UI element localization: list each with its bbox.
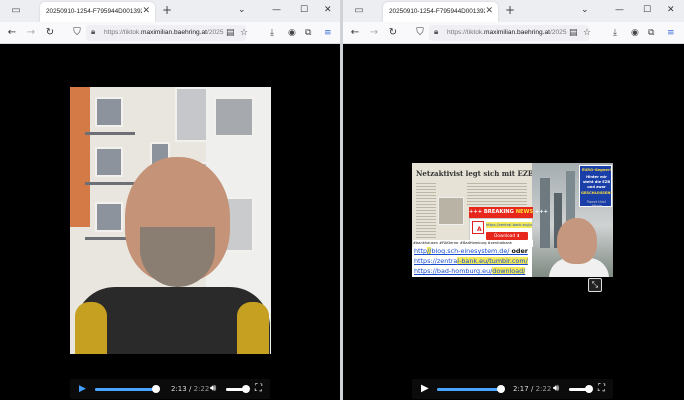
seek-fill — [437, 388, 501, 391]
maximize-icon[interactable]: ☐ — [643, 4, 651, 16]
forward-arrow-icon[interactable]: → — [24, 26, 38, 40]
pdf-icon: A — [472, 221, 484, 234]
new-tab-icon[interactable]: + — [505, 4, 515, 16]
tab-active[interactable]: 20250910-1254-F795944D0013923... ✕ — [40, 2, 155, 22]
fullscreen-icon[interactable]: ⛶ — [255, 382, 262, 396]
euro-gegner-box: EURO-Gegner! Hinter mir steht die EZB un… — [579, 165, 612, 208]
tab-title: 20250910-1254-F795944D0013923... — [46, 8, 142, 15]
download-label: Download ⬇ — [486, 232, 528, 240]
seek-slider[interactable] — [95, 385, 160, 393]
reload-icon[interactable]: ↻ — [43, 26, 57, 40]
minimize-icon[interactable]: — — [272, 4, 281, 16]
link-list: http//blog.sch-einesystem.de/ oder https… — [412, 247, 532, 277]
reader-view-icon[interactable]: ▤ — [226, 27, 235, 39]
volume-slider[interactable] — [226, 385, 250, 393]
url-text[interactable]: https://tiktok.maximilian.baehring.at/20… — [104, 29, 234, 36]
link-bad-homburg: https://bad-homburg.eu/download/ — [414, 267, 526, 275]
browser-window-left: ▭ 20250910-1254-F795944D0013923... ✕ + ⌄… — [0, 0, 340, 400]
download-icon[interactable]: ⤓ — [613, 27, 617, 39]
play-icon[interactable]: ▶ — [79, 382, 86, 396]
chevron-down-icon[interactable]: ⌄ — [581, 4, 589, 16]
page-content: ▶ 2:13 / 2:22 🔊︎ ⛶ — [0, 44, 340, 400]
extensions-icon[interactable]: ⧉ — [648, 27, 654, 39]
tracking-shield-icon[interactable]: ⛉ — [70, 26, 84, 40]
seek-handle[interactable] — [496, 385, 505, 393]
newspaper-headline: Netzaktivist legt sich mit EZB an — [416, 169, 546, 178]
account-icon[interactable]: ◉ — [631, 27, 639, 39]
video-controls: ▶ 2:13 / 2:22 🔊︎ ⛶ — [70, 379, 270, 399]
account-icon[interactable]: ◉ — [288, 27, 296, 39]
window-close-icon[interactable]: ✕ — [324, 4, 332, 16]
extensions-icon[interactable]: ⧉ — [305, 27, 311, 39]
back-arrow-icon[interactable]: ← — [348, 26, 362, 40]
lock-icon[interactable]: 🔒︎ — [91, 27, 95, 37]
breaking-news-banner: +++ BREAKING NEWS +++ — [469, 207, 548, 218]
forward-arrow-icon[interactable]: → — [367, 26, 381, 40]
time-display: 2:13 / 2:22 — [171, 385, 210, 393]
tab-overview-icon[interactable]: ▭ — [353, 5, 365, 17]
hashtags: #bankhausen #FAKterror #BadHomburg #zent… — [413, 240, 533, 247]
reload-icon[interactable]: ↻ — [386, 26, 400, 40]
newspaper-photo — [438, 197, 464, 225]
nav-bar: ← → ↻ ⛉ 🔒︎ https://tiktok.maximilian.bae… — [343, 22, 684, 44]
volume-icon[interactable]: 🔊︎ — [553, 382, 559, 396]
chevron-down-icon[interactable]: ⌄ — [238, 4, 246, 16]
video-frame[interactable]: Netzaktivist legt sich mit EZB an EURO-G… — [412, 163, 613, 277]
volume-icon[interactable]: 🔊︎ — [210, 382, 216, 396]
star-icon[interactable]: ☆ — [583, 27, 591, 39]
browser-window-right: ▭ 20250910-1254-F795944D0013923... ✕ + ⌄… — [343, 0, 684, 400]
seek-slider[interactable] — [437, 385, 505, 393]
minimize-icon[interactable]: — — [615, 4, 624, 16]
url-bar[interactable]: 🔒︎ https://tiktok.maximilian.baehring.at… — [86, 25, 246, 41]
page-content: Netzaktivist legt sich mit EZB an EURO-G… — [343, 44, 684, 400]
video-controls: ▶ 2:17 / 2:22 🔊︎ ⛶ — [412, 379, 613, 399]
tab-title: 20250910-1254-F795944D0013923... — [389, 8, 485, 15]
panel-url: https://zentral-bank.eu/pdf — [486, 222, 532, 228]
link-zentral-bank: https://zentral-bank.eu/tumblr.com/ — [414, 257, 528, 265]
person-face — [557, 218, 597, 264]
window-close-icon[interactable]: ✕ — [667, 4, 675, 16]
volume-handle[interactable] — [585, 385, 593, 393]
fullscreen-icon[interactable]: ⛶ — [598, 382, 605, 396]
star-icon[interactable]: ☆ — [240, 27, 248, 39]
close-icon[interactable]: ✕ — [142, 6, 150, 16]
video-frame[interactable] — [70, 87, 271, 354]
seek-handle[interactable] — [151, 385, 160, 393]
url-bar[interactable]: 🔒︎ https://tiktok.maximilian.baehring.at… — [429, 25, 589, 41]
nav-bar: ← → ↻ ⛉ 🔒︎ https://tiktok.maximilian.bae… — [0, 22, 340, 44]
lock-icon[interactable]: 🔒︎ — [434, 27, 438, 37]
play-icon[interactable]: ▶ — [421, 382, 429, 396]
volume-handle[interactable] — [242, 385, 250, 393]
new-tab-icon[interactable]: + — [162, 4, 172, 16]
download-icon[interactable]: ⤓ — [270, 27, 274, 39]
reader-view-icon[interactable]: ▤ — [569, 27, 578, 39]
link-blog: http//blog.sch-einesystem.de/ oder — [414, 247, 528, 255]
volume-slider[interactable] — [569, 385, 593, 393]
url-text[interactable]: https://tiktok.maximilian.baehring.at/20… — [447, 29, 577, 36]
tab-bar: ▭ 20250910-1254-F795944D0013923... ✕ + ⌄… — [343, 0, 684, 22]
tab-active[interactable]: 20250910-1254-F795944D0013923... ✕ — [383, 2, 498, 22]
time-display: 2:17 / 2:22 — [513, 385, 552, 393]
hamburger-menu-icon[interactable]: ≡ — [667, 27, 675, 39]
close-icon[interactable]: ✕ — [485, 6, 493, 16]
tab-overview-icon[interactable]: ▭ — [10, 5, 22, 17]
picture-in-picture-icon[interactable]: ⤡ — [588, 278, 602, 292]
seek-fill — [95, 388, 156, 391]
maximize-icon[interactable]: ☐ — [300, 4, 308, 16]
tracking-shield-icon[interactable]: ⛉ — [413, 26, 427, 40]
hamburger-menu-icon[interactable]: ≡ — [324, 27, 332, 39]
back-arrow-icon[interactable]: ← — [5, 26, 19, 40]
tab-bar: ▭ 20250910-1254-F795944D0013923... ✕ + ⌄… — [0, 0, 340, 22]
